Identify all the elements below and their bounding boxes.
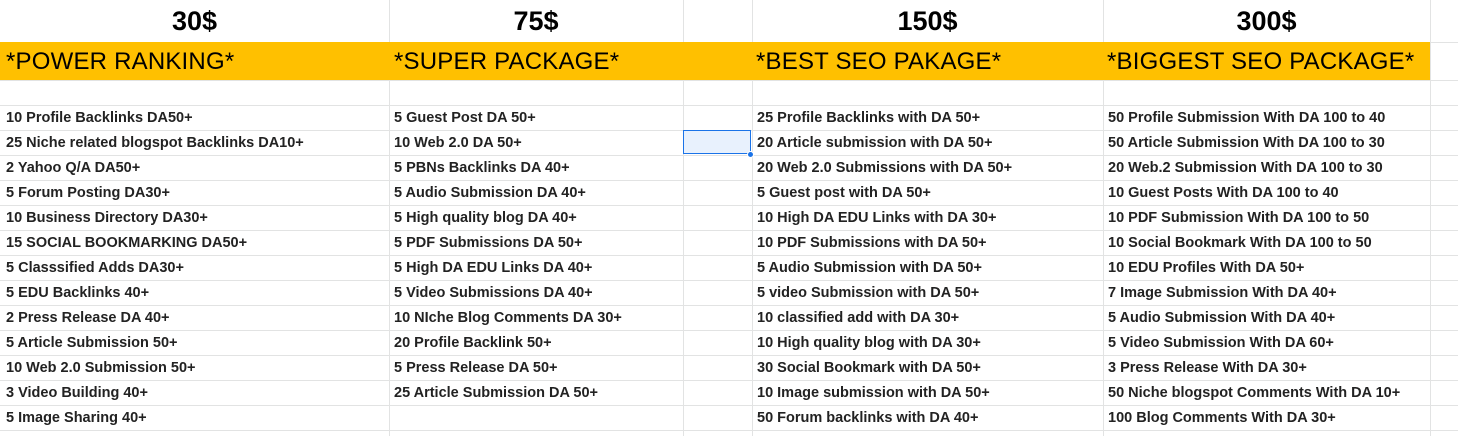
list-item[interactable]: 20 Web.2 Submission With DA 100 to 30	[1108, 155, 1383, 180]
list-item[interactable]: 10 EDU Profiles With DA 50+	[1108, 255, 1304, 280]
row-divider	[0, 80, 1458, 81]
list-item[interactable]: 5 Press Release DA 50+	[394, 355, 558, 380]
package-title-1[interactable]: *POWER RANKING*	[6, 42, 234, 80]
list-item[interactable]: 5 Classsified Adds DA30+	[6, 255, 184, 280]
list-item[interactable]: 50 Forum backlinks with DA 40+	[757, 405, 978, 430]
list-item[interactable]: 5 Article Submission 50+	[6, 330, 178, 355]
list-item[interactable]: 10 classified add with DA 30+	[757, 305, 959, 330]
price-cell-1[interactable]: 30$	[0, 0, 389, 42]
list-item[interactable]: 5 Video Submission With DA 60+	[1108, 330, 1334, 355]
list-item[interactable]: 10 NIche Blog Comments DA 30+	[394, 305, 622, 330]
list-item[interactable]: 10 High quality blog with DA 30+	[757, 330, 981, 355]
list-item[interactable]: 20 Web 2.0 Submissions with DA 50+	[757, 155, 1012, 180]
list-item[interactable]: 5 Audio Submission DA 40+	[394, 180, 586, 205]
list-item[interactable]: 5 Image Sharing 40+	[6, 405, 147, 430]
price-cell-3[interactable]: 150$	[752, 0, 1103, 42]
list-item[interactable]: 5 Forum Posting DA30+	[6, 180, 170, 205]
list-item[interactable]: 10 Social Bookmark With DA 100 to 50	[1108, 230, 1372, 255]
list-item[interactable]: 5 EDU Backlinks 40+	[6, 280, 149, 305]
list-item[interactable]: 5 High DA EDU Links DA 40+	[394, 255, 592, 280]
list-item[interactable]: 100 Blog Comments With DA 30+	[1108, 405, 1336, 430]
list-item[interactable]: 10 Business Directory DA30+	[6, 205, 208, 230]
column-divider	[1430, 0, 1431, 436]
list-item[interactable]: 5 Guest post with DA 50+	[757, 180, 931, 205]
list-item[interactable]: 5 Audio Submission with DA 50+	[757, 255, 982, 280]
list-item[interactable]: 3 Video Building 40+	[6, 380, 148, 405]
package-title-2[interactable]: *SUPER PACKAGE*	[394, 42, 619, 80]
list-item[interactable]: 10 Guest Posts With DA 100 to 40	[1108, 180, 1339, 205]
list-item[interactable]: 2 Yahoo Q/A DA50+	[6, 155, 140, 180]
list-item[interactable]: 5 Video Submissions DA 40+	[394, 280, 593, 305]
list-item[interactable]: 10 High DA EDU Links with DA 30+	[757, 205, 996, 230]
list-item[interactable]: 10 Web 2.0 DA 50+	[394, 130, 522, 155]
list-item[interactable]: 50 Article Submission With DA 100 to 30	[1108, 130, 1385, 155]
list-item[interactable]: 5 video Submission with DA 50+	[757, 280, 979, 305]
spreadsheet-grid[interactable]: 30$ 75$ 150$ 300$ *POWER RANKING* *SUPER…	[0, 0, 1458, 436]
list-item[interactable]: 25 Article Submission DA 50+	[394, 380, 598, 405]
list-item[interactable]: 7 Image Submission With DA 40+	[1108, 280, 1337, 305]
package-title-4[interactable]: *BIGGEST SEO PACKAGE*	[1107, 42, 1414, 80]
list-item[interactable]: 15 SOCIAL BOOKMARKING DA50+	[6, 230, 247, 255]
list-item[interactable]: 5 PBNs Backlinks DA 40+	[394, 155, 570, 180]
selected-cell[interactable]	[683, 130, 751, 154]
list-item[interactable]: 50 Profile Submission With DA 100 to 40	[1108, 105, 1385, 130]
list-item[interactable]: 20 Article submission with DA 50+	[757, 130, 992, 155]
fill-handle[interactable]	[747, 151, 754, 158]
list-item[interactable]: 3 Press Release With DA 30+	[1108, 355, 1307, 380]
list-item[interactable]: 5 PDF Submissions DA 50+	[394, 230, 582, 255]
list-item[interactable]: 20 Profile Backlink 50+	[394, 330, 552, 355]
list-item[interactable]: 10 Profile Backlinks DA50+	[6, 105, 193, 130]
list-item[interactable]: 5 High quality blog DA 40+	[394, 205, 577, 230]
package-title-3[interactable]: *BEST SEO PAKAGE*	[756, 42, 1001, 80]
price-cell-4[interactable]: 300$	[1103, 0, 1430, 42]
list-item[interactable]: 2 Press Release DA 40+	[6, 305, 170, 330]
list-item[interactable]: 5 Audio Submission With DA 40+	[1108, 305, 1335, 330]
row-divider	[0, 430, 1458, 431]
price-cell-2[interactable]: 75$	[389, 0, 683, 42]
list-item[interactable]: 10 Web 2.0 Submission 50+	[6, 355, 196, 380]
list-item[interactable]: 5 Guest Post DA 50+	[394, 105, 536, 130]
list-item[interactable]: 50 Niche blogspot Comments With DA 10+	[1108, 380, 1400, 405]
list-item[interactable]: 30 Social Bookmark with DA 50+	[757, 355, 981, 380]
list-item[interactable]: 10 Image submission with DA 50+	[757, 380, 990, 405]
list-item[interactable]: 10 PDF Submissions with DA 50+	[757, 230, 987, 255]
list-item[interactable]: 25 Profile Backlinks with DA 50+	[757, 105, 980, 130]
list-item[interactable]: 10 PDF Submission With DA 100 to 50	[1108, 205, 1369, 230]
list-item[interactable]: 25 Niche related blogspot Backlinks DA10…	[6, 130, 304, 155]
